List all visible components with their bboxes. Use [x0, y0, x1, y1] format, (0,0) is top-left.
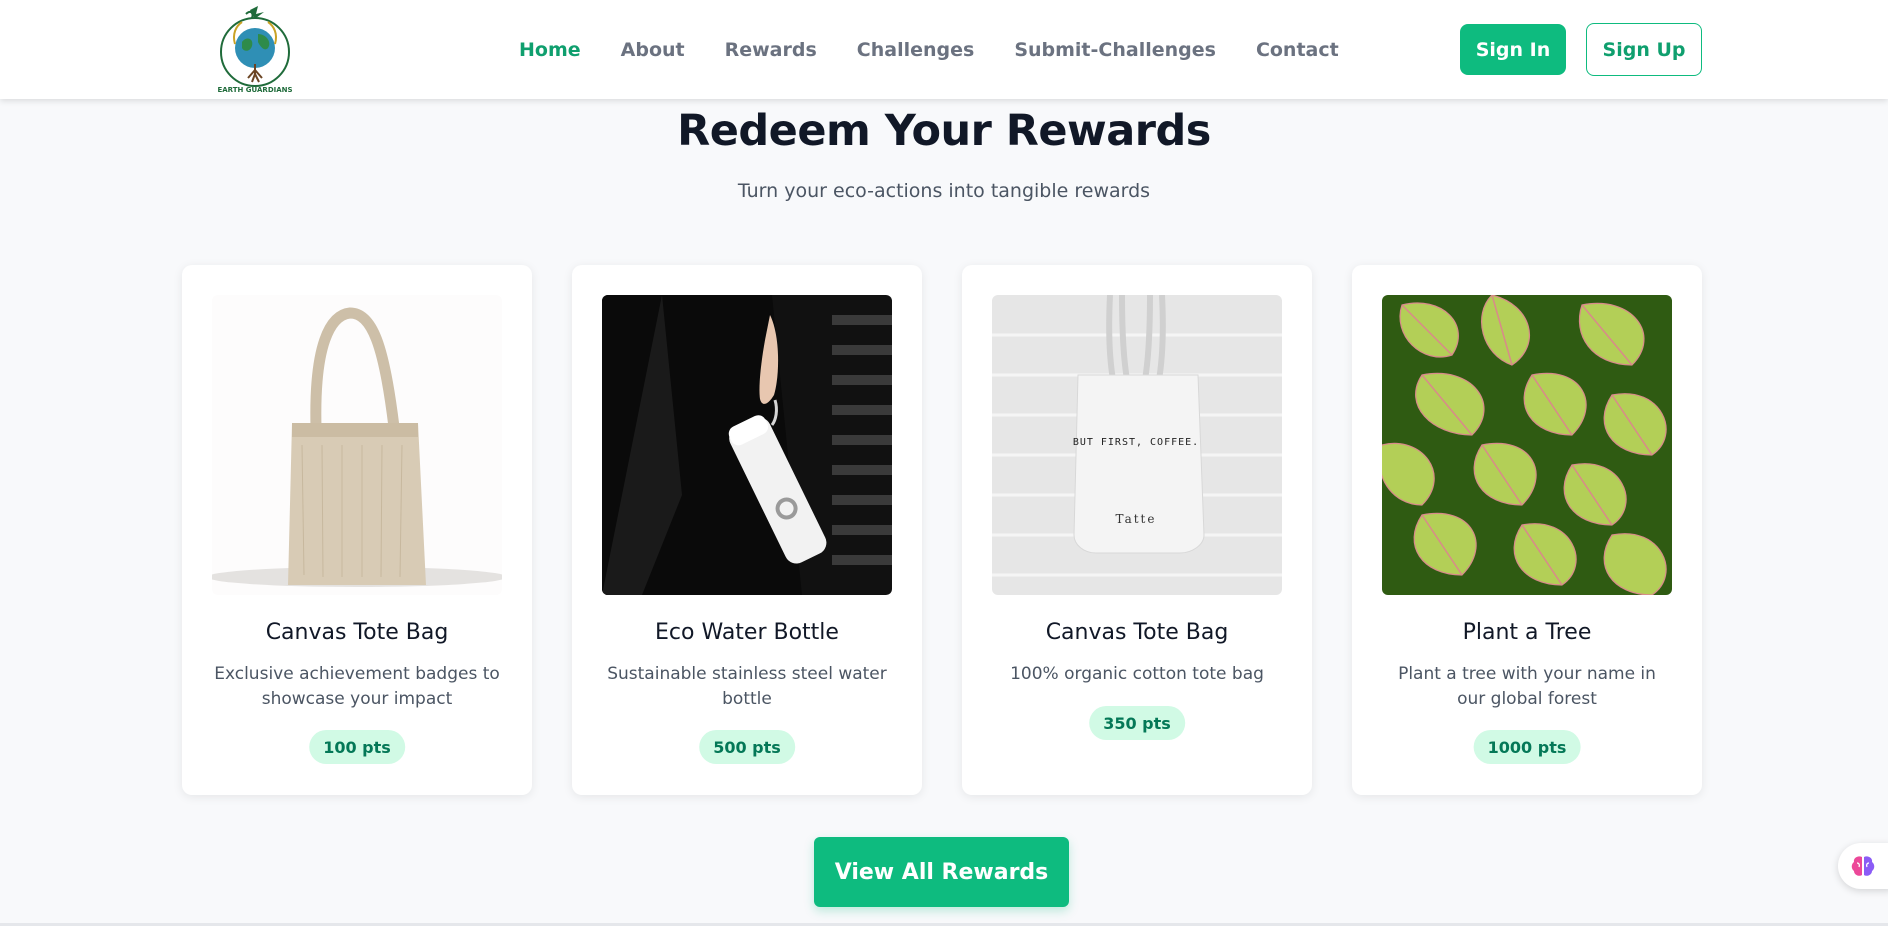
reward-card[interactable]: BUT FIRST, COFFEE. Tatte Canvas Tote Bag…: [962, 265, 1312, 795]
sign-up-button[interactable]: Sign Up: [1586, 23, 1702, 76]
green-leaves-image: [1382, 295, 1672, 595]
earth-guardians-logo[interactable]: EARTH GUARDIANS: [217, 4, 293, 96]
nav-home[interactable]: Home: [519, 39, 581, 61]
jute-tote-bag-image: [212, 295, 502, 595]
reward-description: 100% organic cotton tote bag: [1010, 664, 1264, 684]
reward-title: Canvas Tote Bag: [1045, 620, 1229, 645]
sign-in-button[interactable]: Sign In: [1460, 24, 1566, 75]
reward-description: Sustainable stainless steel water bottle: [607, 664, 887, 709]
reward-title: Canvas Tote Bag: [265, 620, 449, 645]
view-all-rewards-button[interactable]: View All Rewards: [814, 837, 1069, 907]
reward-card[interactable]: Canvas Tote Bag Exclusive achievement ba…: [182, 265, 532, 795]
reward-cards: Canvas Tote Bag Exclusive achievement ba…: [182, 265, 1702, 795]
brain-icon: [1851, 856, 1875, 876]
tote-brand-text: Tatte: [1116, 512, 1157, 526]
nav-submit-challenges[interactable]: Submit-Challenges: [1014, 39, 1216, 61]
points-badge: 100 pts: [309, 730, 405, 764]
reward-title: Plant a Tree: [1462, 620, 1592, 645]
nav-challenges[interactable]: Challenges: [857, 39, 975, 61]
points-badge: 1000 pts: [1473, 730, 1581, 764]
tote-print-text: BUT FIRST, COFFEE.: [1073, 437, 1199, 448]
site-header: EARTH GUARDIANS Home About Rewards Chall…: [0, 0, 1888, 99]
rewards-title: Redeem Your Rewards: [677, 106, 1211, 156]
nav-about[interactable]: About: [621, 39, 685, 61]
reward-description: Plant a tree with your name in our globa…: [1398, 664, 1656, 709]
main-nav: Home About Rewards Challenges Submit-Cha…: [519, 0, 1379, 99]
logo-text: EARTH GUARDIANS: [218, 86, 292, 94]
canvas-tote-coffee-image: BUT FIRST, COFFEE. Tatte: [992, 295, 1282, 595]
reward-description: Exclusive achievement badges to showcase…: [214, 664, 500, 709]
nav-rewards[interactable]: Rewards: [725, 39, 817, 61]
nav-contact[interactable]: Contact: [1256, 39, 1339, 61]
points-badge: 500 pts: [699, 730, 795, 764]
water-bottle-image: [602, 295, 892, 595]
reward-title: Eco Water Bottle: [655, 620, 839, 645]
reward-card[interactable]: Eco Water Bottle Sustainable stainless s…: [572, 265, 922, 795]
rewards-subtitle: Turn your eco-actions into tangible rewa…: [737, 180, 1151, 202]
assistant-widget-button[interactable]: [1838, 843, 1888, 889]
reward-card[interactable]: Plant a Tree Plant a tree with your name…: [1352, 265, 1702, 795]
points-badge: 350 pts: [1089, 706, 1185, 740]
